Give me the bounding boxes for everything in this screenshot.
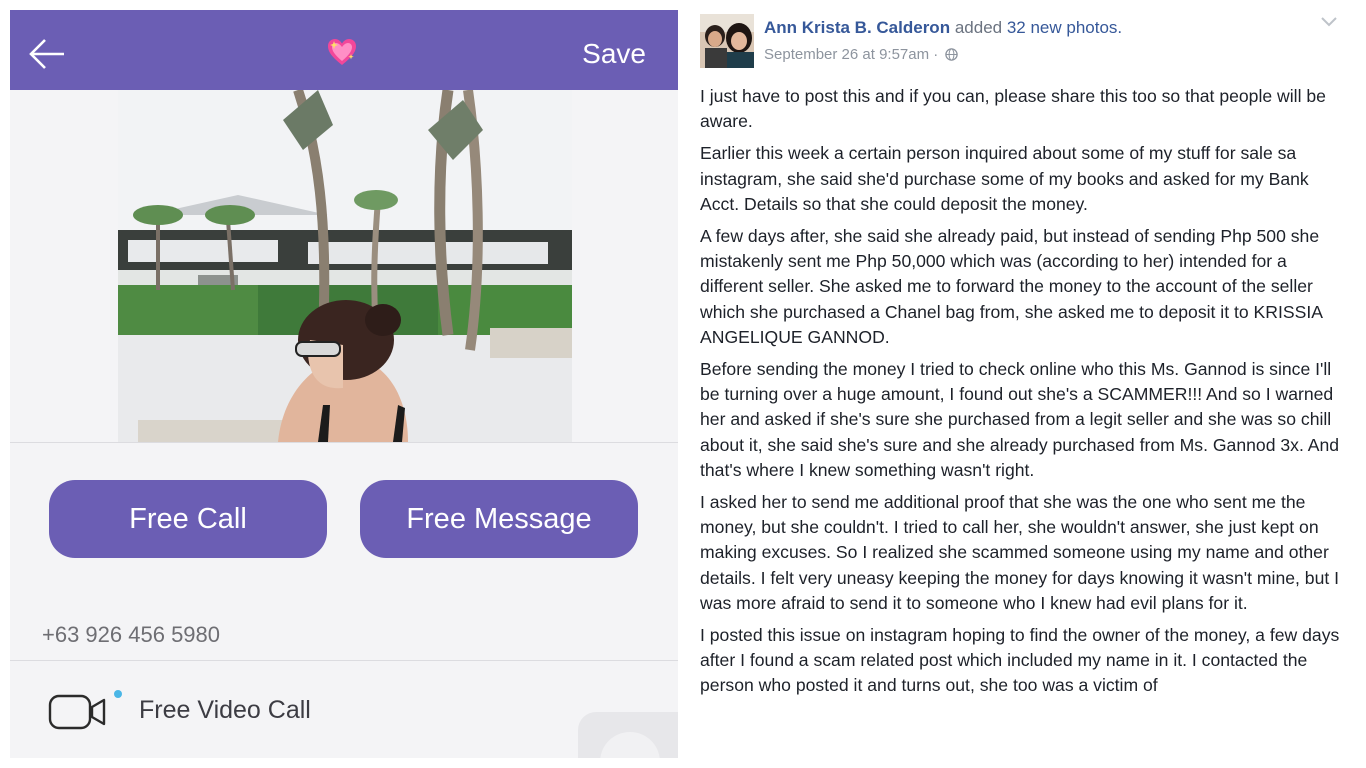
- chevron-down-icon[interactable]: [1320, 16, 1338, 28]
- author-name[interactable]: Ann Krista B. Calderon: [764, 18, 950, 37]
- floating-action-button[interactable]: [578, 712, 678, 758]
- video-camera-icon: [48, 690, 122, 730]
- post-paragraph: I posted this issue on instagram hoping …: [700, 625, 1340, 696]
- sparkling-heart-icon: [328, 39, 356, 65]
- action-text: added: [954, 18, 1003, 37]
- post-paragraph: I just have to post this and if you can,…: [700, 86, 1326, 132]
- post-timestamp[interactable]: September 26 at 9:57am: [764, 46, 929, 63]
- globe-icon[interactable]: [945, 48, 959, 61]
- divider: [10, 660, 678, 661]
- post-paragraph: I asked her to send me additional proof …: [700, 492, 1340, 613]
- free-message-button[interactable]: Free Message: [360, 480, 638, 558]
- photos-link[interactable]: 32 new photos.: [1007, 18, 1122, 37]
- facebook-post: Ann Krista B. Calderon added 32 new phot…: [690, 0, 1366, 768]
- viber-header: Save: [10, 10, 678, 90]
- arrow-left-icon: [29, 39, 64, 69]
- floating-button-circle: [600, 732, 660, 758]
- post-body: I just have to post this and if you can,…: [700, 84, 1350, 706]
- phone-number[interactable]: +63 926 456 5980: [42, 622, 220, 648]
- post-meta: September 26 at 9:57am ·: [764, 46, 959, 63]
- free-call-button[interactable]: Free Call: [49, 480, 327, 558]
- post-paragraph: Before sending the money I tried to chec…: [700, 359, 1340, 480]
- divider: [10, 442, 678, 443]
- post-paragraph: Earlier this week a certain person inqui…: [700, 143, 1309, 214]
- free-video-call-label: Free Video Call: [139, 696, 311, 724]
- profile-photo: [118, 90, 572, 442]
- viber-contact-screen: Save Free Call Free Message +63 926 456 …: [10, 10, 678, 758]
- meta-separator: ·: [929, 46, 943, 63]
- post-paragraph: A few days after, she said she already p…: [700, 226, 1322, 347]
- save-button[interactable]: Save: [582, 38, 646, 70]
- avatar[interactable]: [700, 14, 754, 68]
- back-button[interactable]: [28, 34, 68, 74]
- post-header: Ann Krista B. Calderon added 32 new phot…: [764, 18, 1122, 38]
